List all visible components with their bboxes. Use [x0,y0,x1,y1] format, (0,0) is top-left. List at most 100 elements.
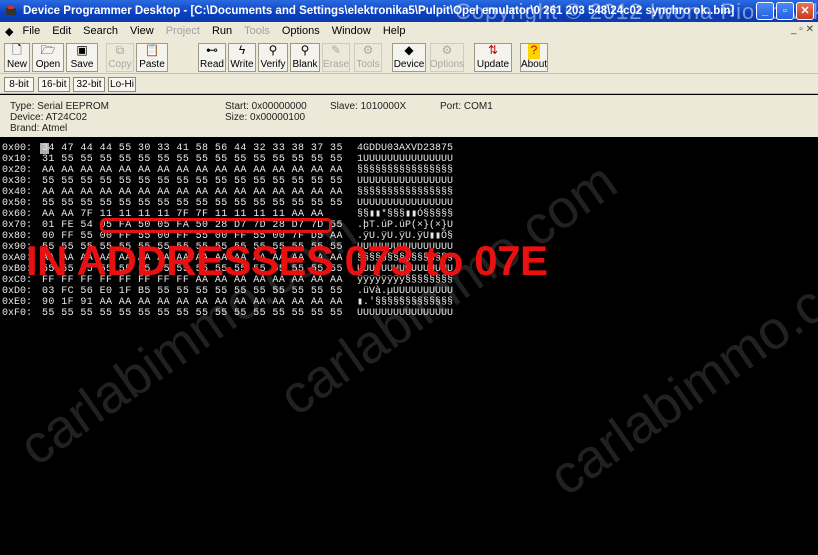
row-hex[interactable]: 90 1F 91 AA AA AA AA AA AA AA AA AA AA A… [42,297,343,308]
menu-view[interactable]: View [124,25,160,37]
hex-row[interactable]: 0x70: 01 FE 54 05 FA 50 05 FA 50 28 D7 7D… [2,220,453,231]
row-hex[interactable]: 03 FC 56 E0 1F B5 55 55 55 55 55 55 55 5… [42,286,343,297]
row-ascii[interactable]: ▮.'§§§§§§§§§§§§§ [357,297,453,308]
options-button[interactable]: ⚙ Options [430,43,464,72]
device-chip-icon: ◆ [404,43,414,57]
port: Port: COM1 [440,101,493,112]
hex-row[interactable]: 0x40: AA AA AA AA AA AA AA AA AA AA AA AA… [2,187,453,198]
row-ascii[interactable]: §§§§§§§§§§§§§§§§ [357,187,453,198]
row-address: 0x50: [2,198,33,209]
view-16bit-button[interactable]: 16-bit [38,77,70,92]
new-file-icon: 🗋 [12,43,22,57]
device-name: Device: AT24C02 [10,112,88,123]
row-address: 0xE0: [2,297,33,308]
tools-icon: ⚙ [362,43,374,57]
annotation-caption: IN ADDRESSES 073 to 07E [26,237,548,284]
row-ascii[interactable]: UUUUUUUUUUUUUUUU [357,198,453,209]
read-button[interactable]: ⊷ Read [198,43,226,72]
options-icon: ⚙ [441,43,453,57]
row-hex[interactable]: 34 47 44 44 55 30 33 41 58 56 44 32 33 3… [42,143,343,154]
device-button[interactable]: ◆ Device [392,43,426,72]
about-button[interactable]: ? About [520,43,548,72]
menu-help[interactable]: Help [377,25,412,37]
row-ascii[interactable]: UUUUUUUUUUUUUUUU [357,176,453,187]
row-hex[interactable]: AA AA AA AA AA AA AA AA AA AA AA AA AA A… [42,165,343,176]
save-label: Save [70,59,94,70]
verify-label: Verify [260,59,286,70]
row-ascii[interactable]: §§▮▮*§§§▮▮Ó§§§§§ [357,209,453,220]
row-hex[interactable]: 55 55 55 55 55 55 55 55 55 55 55 55 55 5… [42,308,343,319]
row-address: 0x20: [2,165,33,176]
question-icon: ? [527,44,541,59]
write-button[interactable]: ϟ Write [228,43,256,72]
menu-search[interactable]: Search [77,25,124,37]
hex-row[interactable]: 0xF0: 55 55 55 55 55 55 55 55 55 55 55 55… [2,308,453,319]
row-hex[interactable]: AA AA AA AA AA AA AA AA AA AA AA AA AA A… [42,187,343,198]
row-ascii[interactable]: UUUUUUUUUUUUUUUU [357,308,453,319]
paste-icon: 📋 [144,43,160,57]
row-ascii[interactable]: 4GDDU03AXVD23875 [357,143,453,154]
update-button[interactable]: ⇅ Update [474,43,512,72]
copy-icon: ⧉ [115,43,125,57]
highlight-box [100,218,332,233]
slave-address: Slave: 1010000X [330,101,407,112]
copy-label: Copy [108,59,132,70]
blank-button[interactable]: ⚲ Blank [290,43,320,72]
hex-row[interactable]: 0x30: 55 55 55 55 55 55 55 55 55 55 55 55… [2,176,453,187]
hex-editor[interactable]: carlabimmo.com carlabimmo.com carlabimmo… [0,138,818,555]
row-ascii[interactable]: 1UUUUUUUUUUUUUUU [357,154,453,165]
menu-run[interactable]: Run [206,25,238,37]
minimize-button[interactable]: _ [756,2,774,20]
app-icon [6,6,16,15]
menu-edit[interactable]: Edit [46,25,77,37]
row-hex[interactable]: 55 55 55 55 55 55 55 55 55 55 55 55 55 5… [42,198,343,209]
hex-row[interactable]: 0x60: AA AA 7F 11 11 11 11 7F 7F 11 11 11… [2,209,453,220]
tools-button[interactable]: ⚙ Tools [354,43,382,72]
device-label: Device [393,59,425,70]
open-button[interactable]: 🗁 Open [32,43,64,72]
maximize-button[interactable]: ▫ [776,2,794,20]
row-address: 0xD0: [2,286,33,297]
hex-row[interactable]: 0x50: 55 55 55 55 55 55 55 55 55 55 55 55… [2,198,453,209]
write-label: Write [230,59,254,70]
about-label: About [520,59,548,70]
view-lohi-button[interactable]: Lo-Hi [108,77,136,92]
menu-file[interactable]: File [16,25,46,37]
row-hex[interactable]: 55 55 55 55 55 55 55 55 55 55 55 55 55 5… [42,176,343,187]
main-toolbar: 🗋 New 🗁 Open ▣ Save ⧉ Copy 📋 Paste ⊷ Read ϟ Wri… [0,40,818,74]
hex-row[interactable]: 0x20: AA AA AA AA AA AA AA AA AA AA AA AA… [2,165,453,176]
menu-options[interactable]: Options [276,25,326,37]
verify-magnifier-icon: ⚲ [268,43,278,57]
erase-button[interactable]: ✎ Erase [322,43,350,72]
save-button[interactable]: ▣ Save [66,43,98,72]
row-ascii[interactable]: .þT.úP.úP(×}(×}U [357,220,453,231]
menu-window[interactable]: Window [326,25,377,37]
update-label: Update [476,59,510,70]
row-ascii[interactable]: §§§§§§§§§§§§§§§§ [357,165,453,176]
menu-app-icon: ◆ [5,25,14,38]
row-ascii[interactable]: .üVà.µUUUUUUUUUU [357,286,453,297]
close-button[interactable]: ✕ [796,2,814,20]
menu-tools[interactable]: Tools [238,25,276,37]
hex-row[interactable]: 0xE0: 90 1F 91 AA AA AA AA AA AA AA AA AA… [2,297,453,308]
copy-button[interactable]: ⧉ Copy [106,43,134,72]
hex-row[interactable]: 0x00: 34 47 44 44 55 30 33 41 58 56 44 32… [2,143,453,154]
view-8bit-button[interactable]: 8-bit [4,77,34,92]
row-hex[interactable]: 31 55 55 55 55 55 55 55 55 55 55 55 55 5… [42,154,343,165]
verify-button[interactable]: ⚲ Verify [258,43,288,72]
hex-row[interactable]: 0x10: 31 55 55 55 55 55 55 55 55 55 55 55… [2,154,453,165]
menu-project[interactable]: Project [160,25,206,37]
new-label: New [6,59,27,70]
hex-row[interactable]: 0xD0: 03 FC 56 E0 1F B5 55 55 55 55 55 55… [2,286,453,297]
device-info-panel: Type: Serial EEPROM Device: AT24C02 Bran… [0,95,818,137]
open-label: Open [35,59,61,70]
paste-button[interactable]: 📋 Paste [136,43,168,72]
row-address: 0x70: [2,220,33,231]
mdi-controls[interactable]: _ ▫ ✕ [791,24,814,35]
read-label: Read [200,59,224,70]
new-button[interactable]: 🗋 New [4,43,30,72]
row-address: 0x00: [2,143,33,154]
erase-brush-icon: ✎ [330,43,342,57]
row-address: 0xF0: [2,308,33,319]
view-32bit-button[interactable]: 32-bit [73,77,105,92]
